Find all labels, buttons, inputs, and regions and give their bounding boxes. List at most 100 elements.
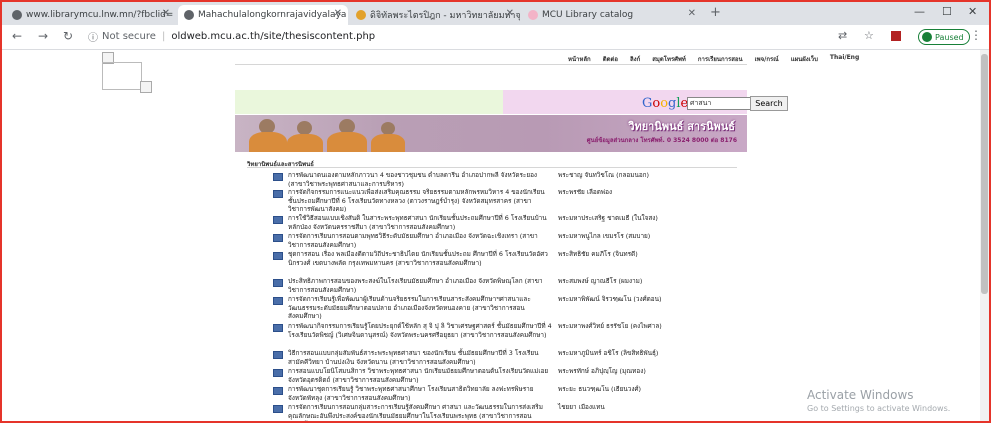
document-icon bbox=[273, 279, 283, 287]
broken-image-icon bbox=[140, 81, 152, 93]
globe-icon bbox=[12, 10, 22, 20]
thesis-author: พระมหาภูมินทร์ อชิโร (ลิขสิทธิพันธุ์) bbox=[558, 349, 659, 357]
tab-librarymcu[interactable]: www.librarymcu.lnw.mn/?fbclid= ✕ bbox=[6, 5, 176, 25]
search-button[interactable]: Search bbox=[750, 96, 788, 111]
thesis-title-link[interactable]: การจัดกิจกรรมการแนะแนวเพื่อส่งเสริมคุณธร… bbox=[288, 188, 553, 214]
document-icon bbox=[273, 369, 283, 377]
thesis-author: พระพรชัย เลือดพ่อง bbox=[558, 188, 613, 196]
tab-tipitaka[interactable]: ดิจิทัลพระไตรปิฎก - มหาวิทยาลัยมหาจุฬาฯ … bbox=[350, 5, 520, 25]
tab-library-catalog[interactable]: MCU Library catalog ✕ bbox=[522, 5, 702, 25]
star-icon[interactable]: ☆ bbox=[864, 29, 874, 42]
banner-photo-part bbox=[297, 121, 312, 135]
maximize-icon[interactable]: ☐ bbox=[942, 5, 952, 18]
nav-teaching[interactable]: การเรียนการสอน bbox=[698, 54, 743, 64]
forward-icon[interactable]: → bbox=[38, 29, 48, 43]
globe-icon bbox=[184, 10, 194, 20]
new-tab-button[interactable]: + bbox=[710, 5, 721, 20]
browser-window: www.librarymcu.lnw.mn/?fbclid= ✕ Mahachu… bbox=[0, 0, 991, 423]
header-green-band bbox=[235, 90, 503, 114]
tab-mahachula[interactable]: Mahachulalongkornrajavidyalaya ✕ bbox=[178, 5, 348, 25]
activate-windows-title: Activate Windows bbox=[807, 388, 914, 402]
document-icon bbox=[273, 297, 283, 305]
minimize-icon[interactable]: — bbox=[914, 5, 925, 18]
not-secure-label: Not secure bbox=[102, 31, 156, 42]
nav-contact[interactable]: ติดต่อ bbox=[603, 54, 618, 64]
banner-title: วิทยานิพนธ์ สารนิพนธ์ bbox=[628, 120, 735, 133]
address-toolbar: ← → ↻ ⓘ Not secure | oldweb.mcu.ac.th/si… bbox=[2, 25, 989, 50]
document-icon bbox=[273, 252, 283, 260]
thesis-title-link[interactable]: การพัฒนาชุดการเรียนรู้ วิชาพระพุทธศาสนาศ… bbox=[288, 385, 553, 402]
tab-strip: www.librarymcu.lnw.mn/?fbclid= ✕ Mahachu… bbox=[2, 2, 989, 25]
thesis-title-link[interactable]: ชุดการสอน เรื่อง พลเมืองดีตามวิถีประชาธิ… bbox=[288, 250, 553, 267]
banner-subtitle: ศูนย์ข้อมูลส่วนกลาง โทรศัพท์. 0 3524 800… bbox=[586, 137, 737, 144]
document-icon bbox=[273, 216, 283, 224]
info-icon[interactable]: ⓘ bbox=[88, 29, 98, 44]
banner-photo-part bbox=[249, 132, 287, 152]
nav-language[interactable]: Thai/Eng bbox=[830, 54, 859, 64]
document-icon bbox=[273, 387, 283, 395]
nav-links[interactable]: ลิงก์ bbox=[630, 54, 640, 64]
vertical-scrollbar[interactable] bbox=[980, 50, 989, 421]
scrollbar-thumb[interactable] bbox=[981, 54, 988, 294]
search-input[interactable]: ศาสนา bbox=[687, 97, 751, 110]
thesis-title-link[interactable]: วิธีการสอนแบบกลุ่มสัมพันธ์สาระพระพุทธศาส… bbox=[288, 349, 553, 366]
tab-title: ดิจิทัลพระไตรปิฎก - มหาวิทยาลัยมหาจุฬาฯ bbox=[370, 11, 520, 21]
thesis-author: พระสิทธิชัย คมภีโร (จินทรดี) bbox=[558, 250, 638, 258]
page-viewport: หน้าหลัก ติดต่อ ลิงก์ สมุดโทรศัพท์ การเร… bbox=[2, 50, 989, 421]
activate-windows-subtitle: Go to Settings to activate Windows. bbox=[807, 404, 951, 413]
thesis-title-link[interactable]: การจัดการเรียนการสอนตามพุทธวิธีระดับมัธย… bbox=[288, 232, 553, 249]
thesis-author: พระมหาพิพัฒน์ จิรวฑฺฒโน (วงศ์ดอน) bbox=[558, 295, 662, 303]
close-icon[interactable]: ✕ bbox=[162, 8, 170, 19]
reload-icon[interactable]: ↻ bbox=[63, 29, 73, 43]
separator: | bbox=[161, 31, 166, 42]
tab-title: Mahachulalongkornrajavidyalaya bbox=[198, 10, 347, 20]
thesis-author: พระมหาประเสริฐ ชาตเมธี (ในใจสง) bbox=[558, 214, 658, 222]
close-icon[interactable]: ✕ bbox=[688, 8, 696, 19]
close-icon[interactable]: ✕ bbox=[334, 8, 342, 19]
thesis-title-link[interactable]: การใช้วิธีสอนแบบเชิงสันติ ในสาระพระพุทธศ… bbox=[288, 214, 553, 231]
document-icon bbox=[273, 173, 283, 181]
tab-title: MCU Library catalog bbox=[542, 10, 634, 20]
thesis-title-link[interactable]: การพัฒนากิจกรรมการเรียนรู้โดยประยุกต์ใช้… bbox=[288, 322, 553, 339]
thesis-author: พระมหาพนูไกล เขมรโร (สมบาย) bbox=[558, 232, 651, 240]
thesis-title-link[interactable]: การจัดการเรียนการสอนกลุ่มสาระการเรียนรู้… bbox=[288, 403, 553, 421]
extension-icon[interactable] bbox=[891, 31, 901, 41]
back-icon[interactable]: ← bbox=[12, 29, 22, 43]
profile-status-label: Paused bbox=[935, 32, 964, 42]
library-icon bbox=[528, 10, 538, 20]
tab-title: www.librarymcu.lnw.mn/?fbclid= bbox=[26, 10, 174, 20]
thesis-title-link[interactable]: การจัดการเรียนรู้เพื่อพัฒนาผู้เรียนด้านจ… bbox=[288, 295, 553, 321]
thesis-title-link[interactable]: การสอนแบบโยนิโสมนสิการ วิชาพระพุทธศาสนา … bbox=[288, 367, 553, 384]
nav-page[interactable]: เพจ/กรณ์ bbox=[755, 54, 779, 64]
thesis-author: พระชาญ จันทวิชโณ (กลอมนอก) bbox=[558, 171, 650, 179]
banner-photo-part bbox=[371, 134, 405, 152]
nav-home[interactable]: หน้าหลัก bbox=[568, 54, 591, 64]
site-top-nav: หน้าหลัก ติดต่อ ลิงก์ สมุดโทรศัพท์ การเร… bbox=[568, 54, 859, 64]
banner-photo-part bbox=[287, 134, 323, 152]
thesis-banner: วิทยานิพนธ์ สารนิพนธ์ ศูนย์ข้อมูลส่วนกลา… bbox=[235, 115, 747, 152]
nav-phonebook[interactable]: สมุดโทรศัพท์ bbox=[652, 54, 686, 64]
thesis-author: พระสมพงษ์ ญาณธีโร (ผมงาม) bbox=[558, 277, 643, 285]
banner-photo-part bbox=[327, 132, 367, 152]
divider bbox=[235, 64, 747, 65]
close-window-icon[interactable]: ✕ bbox=[968, 5, 977, 18]
thesis-author: พระพรทักษ์ อภิปุญฺโญ (มุณทอง) bbox=[558, 367, 646, 375]
document-icon bbox=[273, 234, 283, 242]
book-icon bbox=[356, 10, 366, 20]
document-icon bbox=[273, 324, 283, 332]
broken-image-frame bbox=[102, 62, 142, 90]
thesis-title-link[interactable]: การพัฒนาตนเองตามหลักภาวนา 4 ของชาวชุมชน … bbox=[288, 171, 553, 188]
document-icon bbox=[273, 190, 283, 198]
nav-sitemap[interactable]: แผนผังเว็บ bbox=[791, 54, 818, 64]
profile-paused-button[interactable]: Paused bbox=[918, 29, 970, 45]
address-bar[interactable]: ⓘ Not secure | oldweb.mcu.ac.th/site/the… bbox=[88, 28, 808, 45]
avatar bbox=[922, 32, 932, 42]
close-icon[interactable]: ✕ bbox=[506, 8, 514, 19]
document-icon bbox=[273, 351, 283, 359]
document-icon bbox=[273, 405, 283, 413]
thesis-title-link[interactable]: ประสิทธิภาพการสอนของพระสงฆ์ในโรงเรียนมัธ… bbox=[288, 277, 553, 294]
thesis-author: ไชยยา เมืองแทน bbox=[558, 403, 605, 411]
menu-icon[interactable]: ⋮ bbox=[970, 28, 982, 42]
url-text: oldweb.mcu.ac.th/site/thesiscontent.php bbox=[171, 31, 376, 42]
translate-icon[interactable]: ⇄ bbox=[838, 29, 847, 42]
